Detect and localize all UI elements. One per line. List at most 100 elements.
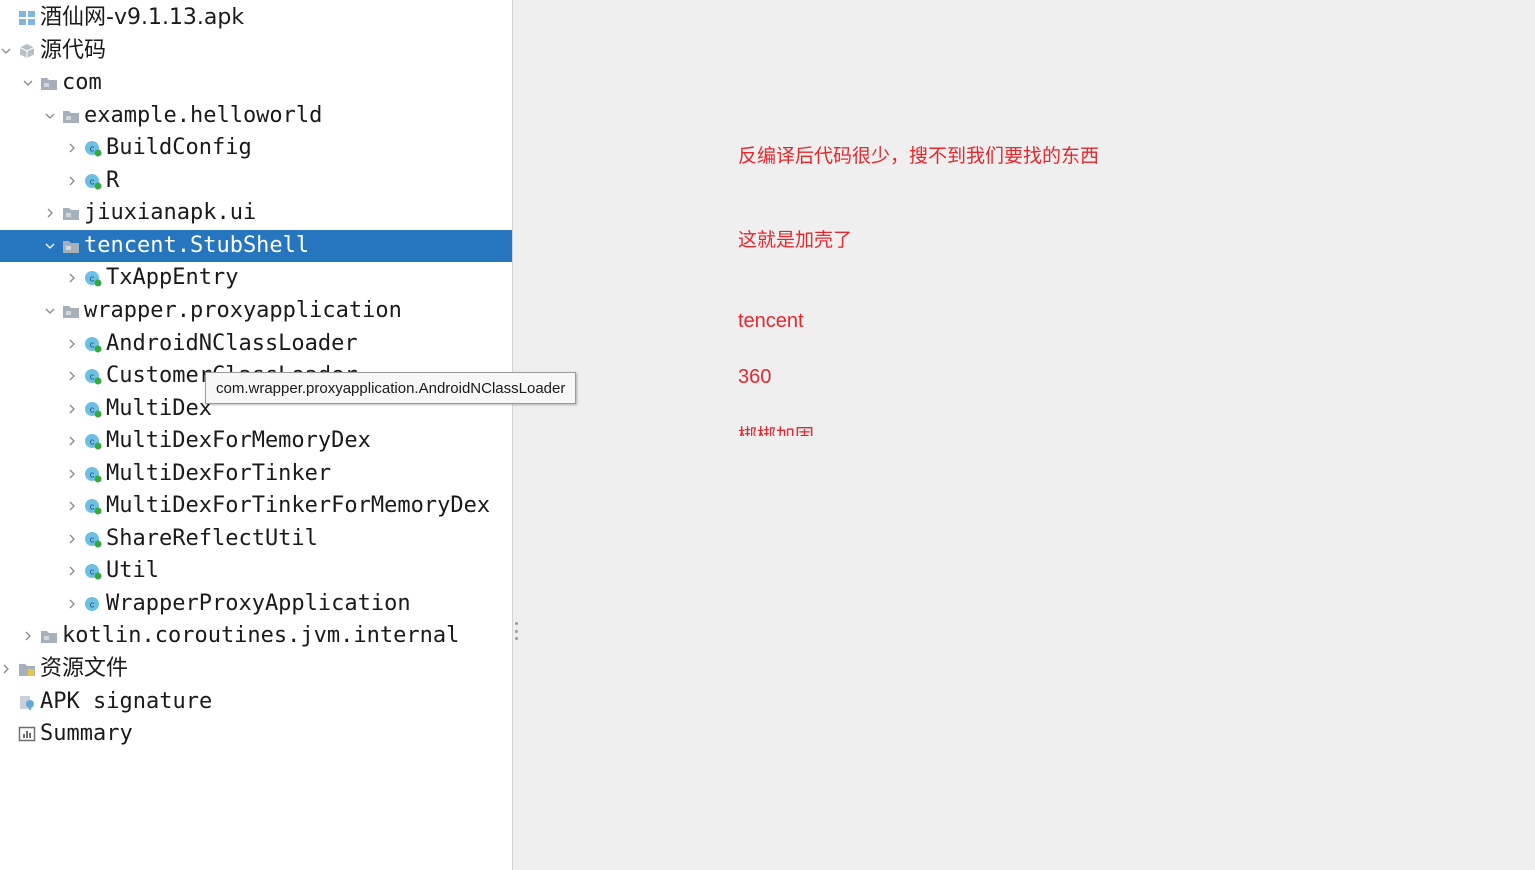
tree-item-multidexfortinkerformemorydex[interactable]: c MultiDexForTinkerForMemoryDex [0,490,512,522]
tree-item-row-1[interactable]: 源代码 [0,35,512,67]
chevron-down-icon[interactable] [44,240,56,252]
svg-text:c: c [90,534,95,544]
tree-item-label: tencent.StubShell [84,232,310,258]
class-icon: c [84,269,102,287]
summary-icon [18,725,36,743]
tree-item-multidexformemorydex[interactable]: c MultiDexForMemoryDex [0,425,512,457]
signature-icon [18,693,36,711]
tree-item-label: MultiDexForTinkerForMemoryDex [106,493,491,519]
panel-splitter-handle[interactable] [514,622,518,640]
class-icon: c [84,172,102,190]
tree-item-example-helloworld[interactable]: example.helloworld [0,100,512,132]
folder-icon [62,302,80,320]
folder-icon [62,107,80,125]
chevron-right-icon[interactable] [66,435,78,447]
tree-item-buildconfig[interactable]: c BuildConfig [0,132,512,164]
svg-text:c: c [90,599,95,609]
folder-icon [62,204,80,222]
chevron-right-icon[interactable] [66,272,78,284]
chevron-right-icon[interactable] [66,468,78,480]
tree-item-summary[interactable]: Summary [0,718,512,750]
class-icon: c [84,562,102,580]
class-icon: c [84,530,102,548]
class-icon: c [84,335,102,353]
svg-text:c: c [90,437,95,447]
tree-item-label: 酒仙网-v9.1.13.apk [40,5,245,30]
tree-item-label: jiuxianapk.ui [84,200,257,226]
tree-item-label: MultiDexForMemoryDex [106,428,371,454]
chevron-right-icon[interactable] [66,175,78,187]
class-plain-icon: c [84,595,102,613]
tree-item-util[interactable]: c Util [0,555,512,587]
tree-item-label: AndroidNClassLoader [106,330,358,356]
resources-icon [18,660,36,678]
tree-item-jiuxianapk-ui[interactable]: jiuxianapk.ui [0,197,512,229]
tree-item-label: WrapperProxyApplication [106,590,411,616]
chevron-down-icon[interactable] [22,77,34,89]
file-tree-panel[interactable]: 酒仙网-v9.1.13.apk 源代码 com example.helloworld c… [0,0,513,870]
chevron-right-icon[interactable] [66,500,78,512]
svg-text:c: c [90,502,95,512]
chevron-down-icon[interactable] [44,110,56,122]
tree-item-v9-1-13-apk[interactable]: 酒仙网-v9.1.13.apk [0,2,512,34]
tree-item-label: wrapper.proxyapplication [84,297,402,323]
tree-item-multidexfortinker[interactable]: c MultiDexForTinker [0,458,512,490]
chevron-right-icon[interactable] [66,598,78,610]
apk-icon [18,9,36,27]
note-this-is-packed: 这就是加壳了 [738,229,853,251]
tree-item-label: Util [106,558,159,584]
tree-item-wrapperproxyapplication[interactable]: c WrapperProxyApplication [0,588,512,620]
chevron-right-icon[interactable] [66,370,78,382]
tree-item-androidnclassloader[interactable]: c AndroidNClassLoader [0,328,512,360]
tree-item-txappentry[interactable]: c TxAppEntry [0,262,512,294]
chevron-right-icon[interactable] [66,403,78,415]
svg-text:c: c [90,404,95,414]
class-icon: c [84,432,102,450]
tree-item-wrapper-proxyapplication[interactable]: wrapper.proxyapplication [0,295,512,327]
class-icon: c [84,465,102,483]
svg-text:c: c [90,372,95,382]
class-icon: c [84,367,102,385]
svg-text:c: c [90,274,95,284]
note-bangbang: 梆梆加固 [738,425,815,436]
note-tencent: tencent [738,310,804,332]
tree-item-sharereflectutil[interactable]: c ShareReflectUtil [0,523,512,555]
svg-text:c: c [90,567,95,577]
tree-item-label: TxAppEntry [106,265,239,291]
package-icon [18,42,36,60]
tree-item-label: example.helloworld [84,102,323,128]
tree-item-label: 源代码 [40,37,107,63]
note-360: 360 [738,366,772,388]
chevron-right-icon[interactable] [66,338,78,350]
tree-item-label: APK signature [40,688,213,714]
class-icon: c [84,400,102,418]
chevron-down-icon[interactable] [0,45,12,57]
chevron-right-icon[interactable] [44,207,56,219]
tree-item-label: 资源文件 [40,656,129,681]
tree-item-r[interactable]: cR [0,165,512,197]
chevron-right-icon[interactable] [66,533,78,545]
chevron-right-icon[interactable] [66,565,78,577]
chevron-right-icon[interactable] [22,630,34,642]
tree-item-label: com [62,70,102,96]
folder-icon [40,74,58,92]
tree-item-label: MultiDex [106,395,212,421]
tree-item-label: MultiDexForTinker [106,460,332,486]
note-decompiled-little-code: 反编译后代码很少，搜不到我们要找的东西 [738,145,1100,167]
tree-item-com[interactable]: com [0,67,512,99]
class-icon: c [84,497,102,515]
chevron-right-icon[interactable] [66,142,78,154]
tree-item-tencent-stubshell[interactable]: tencent.StubShell [0,229,512,262]
tree-item-apk-signature[interactable]: APK signature [0,686,512,718]
svg-text:c: c [90,339,95,349]
tree-item-row-20[interactable]: 资源文件 [0,653,512,685]
tree-item-label: BuildConfig [106,135,252,161]
chevron-right-icon[interactable] [0,663,12,675]
class-path-tooltip: com.wrapper.proxyapplication.AndroidNCla… [205,372,577,404]
svg-text:c: c [90,144,95,154]
folder-icon [40,627,58,645]
chevron-down-icon[interactable] [44,305,56,317]
tree-item-kotlin-coroutines-jvm-internal[interactable]: kotlin.coroutines.jvm.internal [0,620,512,652]
folder-icon [62,237,80,255]
